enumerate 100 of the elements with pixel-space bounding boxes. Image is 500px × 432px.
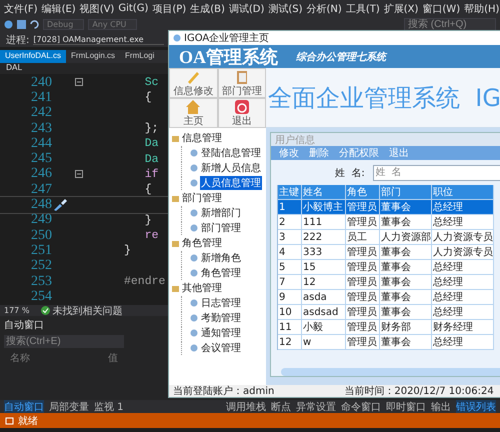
table-cell: 11 — [278, 320, 302, 336]
tree-group[interactable]: 部门管理 — [171, 191, 264, 205]
column-header[interactable]: 职位 — [432, 185, 494, 200]
panel-tab[interactable]: 调用堆栈 — [226, 400, 266, 414]
collapse-icon[interactable] — [75, 78, 83, 86]
tree-item[interactable]: 角色管理 — [181, 266, 264, 280]
menu-item[interactable]: 扩展(X) — [382, 2, 420, 16]
panel-tab[interactable]: 命令窗口 — [341, 400, 381, 414]
zoom-level[interactable]: 177 % — [4, 306, 30, 315]
table-cell: asdsad — [302, 305, 346, 320]
panel-tab[interactable]: 输出 — [431, 400, 451, 414]
code-text: { — [144, 183, 152, 196]
column-header[interactable]: 姓名 — [302, 185, 346, 200]
column-header[interactable]: 角色 — [346, 185, 380, 200]
code-text: #endre — [124, 275, 166, 288]
table-cell: 财务部 — [380, 320, 432, 336]
panel-tab[interactable]: 监视 1 — [94, 400, 124, 414]
file-tab[interactable]: UserInfoDAL.cs — [0, 50, 66, 63]
field-label: 姓 名: — [335, 166, 365, 180]
column-header: 名称 — [10, 352, 30, 365]
menu-item[interactable]: 文件(F) — [2, 2, 40, 16]
menu-item[interactable]: 生成(B) — [188, 2, 227, 16]
column-header[interactable]: 部门 — [380, 185, 432, 200]
menu-item[interactable]: Git(G) — [116, 3, 150, 14]
panel-tab[interactable]: 异常设置 — [296, 400, 336, 414]
file-tab[interactable]: FrmLogin.cs — [66, 50, 120, 63]
panel-tab[interactable]: 自动窗口 — [4, 400, 44, 414]
panel-tab[interactable]: 错误列表 — [456, 400, 496, 414]
line-number: 250 — [30, 228, 52, 244]
line-number: 252 — [30, 258, 52, 274]
table-cell: 总经理 — [432, 335, 494, 350]
menu-item[interactable]: 项目(P) — [150, 2, 188, 16]
app-icon — [173, 34, 181, 42]
collapse-icon[interactable] — [75, 170, 83, 178]
panel-tab[interactable]: 局部变量 — [49, 400, 89, 414]
status-text: 就绪 — [18, 414, 38, 428]
tree-item[interactable]: 新增部门 — [181, 206, 264, 220]
menu-item[interactable]: 视图(V) — [78, 2, 116, 16]
table-cell: 员工 — [346, 230, 380, 246]
time-status: 当前时间：2020/12/7 10:06:24 — [344, 384, 494, 398]
table-cell: 董事会 — [380, 215, 432, 230]
tree-item[interactable]: 日志管理 — [181, 296, 264, 310]
banner-text: 全面企业管理系统 IG — [268, 82, 500, 114]
code-text: Da — [144, 137, 159, 150]
table-cell: 总经理 — [432, 260, 494, 276]
line-number: 241 — [30, 90, 52, 106]
menu-item[interactable]: 调试(D) — [226, 2, 266, 16]
tree-group[interactable]: 角色管理 — [171, 236, 264, 250]
table-cell: 管理员 — [346, 275, 380, 290]
panel-tab[interactable]: 即时窗口 — [386, 400, 426, 414]
nav-button[interactable]: 部门管理 — [218, 68, 266, 98]
nav-button[interactable]: 信息修改 — [169, 68, 218, 98]
menu-item[interactable]: 分析(N) — [304, 2, 344, 16]
nav-button[interactable]: 退出 — [218, 98, 266, 128]
tree-item[interactable]: 会议管理 — [181, 341, 264, 355]
table-cell: 5 — [278, 260, 302, 276]
file-tab[interactable]: FrmLogi — [120, 50, 160, 63]
tree-group[interactable]: 信息管理 — [171, 131, 264, 145]
menu-item[interactable]: 帮助(H) — [462, 2, 500, 16]
table-cell: 管理员 — [346, 245, 380, 260]
tree-item[interactable]: 通知管理 — [181, 326, 264, 340]
name-field[interactable]: 姓 名 — [372, 164, 500, 181]
line-number: 251 — [30, 242, 52, 259]
tree-item[interactable]: 登陆信息管理 — [181, 146, 264, 160]
column-header: 值 — [108, 352, 118, 365]
tree-item[interactable]: 新增人员信息 — [181, 161, 264, 175]
table-cell: 管理员 — [346, 200, 380, 216]
line-number: 244 — [30, 136, 52, 152]
line-number: 247 — [30, 182, 52, 198]
search-field[interactable]: 搜索 (Ctrl+Q) — [404, 18, 496, 31]
window-title: 用户信息 — [271, 133, 500, 146]
menu-item[interactable]: 编辑(E) — [40, 2, 78, 16]
tree-item[interactable]: 部门管理 — [181, 221, 264, 235]
line-number: 254 — [30, 288, 52, 305]
table-cell: 12 — [302, 275, 346, 290]
table-cell: 小毅博主 — [302, 200, 346, 216]
folder-icon — [171, 194, 180, 202]
tree-item[interactable]: 考勤管理 — [181, 311, 264, 325]
menu-item[interactable]: 工具(T) — [344, 2, 382, 16]
folder-icon — [171, 284, 180, 292]
tree-group[interactable]: 其他管理 — [171, 281, 264, 295]
undo-icon[interactable] — [30, 20, 39, 29]
screwdriver-icon — [53, 199, 67, 212]
tree-item[interactable]: 新增角色 — [181, 251, 264, 265]
table-cell: 总经理 — [432, 215, 494, 230]
menu-item[interactable]: 窗口(W) — [420, 2, 462, 16]
table-cell: 管理员 — [346, 290, 380, 306]
panel-tab[interactable]: 断点 — [271, 400, 291, 414]
column-header[interactable]: 主键 — [278, 185, 302, 200]
table-cell: 人力资源专员 — [432, 230, 494, 246]
check-icon — [41, 306, 50, 315]
table-cell: 222 — [302, 230, 346, 246]
process-dropdown[interactable]: [7028] OAManagement.exe — [33, 34, 164, 44]
search-field[interactable]: 搜索(Ctrl+E) — [4, 335, 124, 348]
panel-title: 自动窗口 — [4, 318, 44, 332]
menu-item[interactable]: 测试(S) — [266, 2, 305, 16]
table-cell: asda — [302, 290, 346, 306]
scrollbar[interactable] — [281, 368, 500, 376]
house-icon — [185, 99, 202, 115]
nav-button[interactable]: 主页 — [169, 98, 218, 128]
